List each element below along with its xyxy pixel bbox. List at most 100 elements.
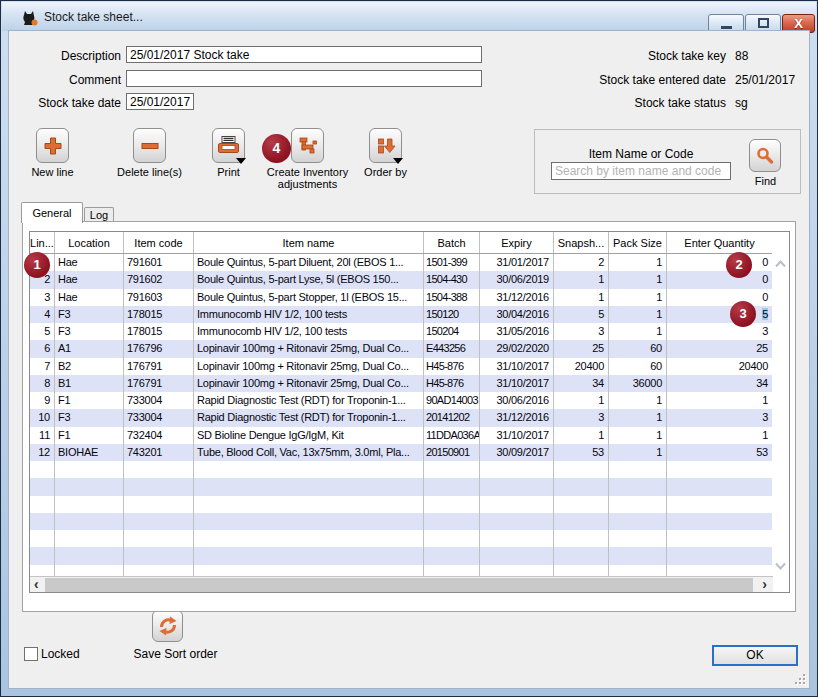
item-search-input[interactable]: [551, 162, 731, 180]
table-cell[interactable]: 20150901: [424, 444, 480, 461]
column-header[interactable]: Item code: [124, 232, 194, 253]
table-row[interactable]: 4F3178015Immunocomb HIV 1/2, 100 tests15…: [30, 306, 773, 323]
table-cell[interactable]: A1: [55, 340, 124, 357]
column-header[interactable]: Batch: [424, 232, 480, 253]
table-cell[interactable]: 178015: [124, 306, 194, 323]
table-cell[interactable]: Lopinavir 100mg + Ritonavir 25mg, Dual C…: [194, 375, 424, 392]
column-header[interactable]: Lin...: [30, 232, 55, 253]
table-cell[interactable]: 31/05/2016: [480, 323, 554, 340]
table-cell[interactable]: 31/10/2017: [480, 427, 554, 444]
table-cell[interactable]: 3: [554, 409, 609, 426]
table-cell[interactable]: 31/10/2017: [480, 375, 554, 392]
table-cell[interactable]: 1: [667, 427, 773, 444]
table-cell[interactable]: 30/04/2016: [480, 306, 554, 323]
table-cell[interactable]: Rapid Diagnostic Test (RDT) for Troponin…: [194, 409, 424, 426]
locked-checkbox[interactable]: [24, 647, 38, 661]
table-cell[interactable]: 4: [30, 306, 55, 323]
table-cell[interactable]: 60: [609, 340, 667, 357]
column-header[interactable]: Snapsh...: [554, 232, 609, 253]
table-cell[interactable]: 1504-430: [424, 271, 480, 288]
table-cell[interactable]: 0: [667, 289, 773, 306]
table-cell[interactable]: 150120: [424, 306, 480, 323]
table-cell[interactable]: 1: [667, 392, 773, 409]
table-cell[interactable]: 6: [30, 340, 55, 357]
table-cell[interactable]: BIOHAE: [55, 444, 124, 461]
table-cell[interactable]: E443256: [424, 340, 480, 357]
table-cell[interactable]: 1: [609, 289, 667, 306]
table-cell[interactable]: 1501-399: [424, 254, 480, 271]
table-cell[interactable]: F1: [55, 427, 124, 444]
table-row[interactable]: 1Hae791601Boule Quintus, 5-part Diluent,…: [30, 254, 773, 271]
table-cell[interactable]: 733004: [124, 392, 194, 409]
table-cell[interactable]: 791603: [124, 289, 194, 306]
table-cell[interactable]: 732404: [124, 427, 194, 444]
table-cell[interactable]: 1: [554, 392, 609, 409]
table-cell[interactable]: 5: [667, 306, 773, 323]
table-cell[interactable]: Boule Quintus, 5-part Lyse, 5l (EBOS 150…: [194, 271, 424, 288]
create-inventory-adjustments-button[interactable]: [291, 128, 324, 163]
table-cell[interactable]: 20400: [554, 358, 609, 375]
column-header[interactable]: Enter Quantity: [667, 232, 773, 253]
table-cell[interactable]: 791602: [124, 271, 194, 288]
column-header[interactable]: Expiry: [480, 232, 554, 253]
table-cell[interactable]: 178015: [124, 323, 194, 340]
column-header[interactable]: Pack Size: [609, 232, 667, 253]
table-cell[interactable]: 150204: [424, 323, 480, 340]
table-cell[interactable]: 0: [667, 271, 773, 288]
table-cell[interactable]: 31/10/2017: [480, 358, 554, 375]
table-cell[interactable]: 1: [609, 409, 667, 426]
order-by-button[interactable]: [369, 128, 402, 163]
vertical-scrollbar[interactable]: [772, 232, 789, 576]
table-cell[interactable]: 2: [554, 254, 609, 271]
table-cell[interactable]: B2: [55, 358, 124, 375]
table-cell[interactable]: SD Bioline Dengue IgG/IgM, Kit: [194, 427, 424, 444]
scroll-down-icon[interactable]: [775, 562, 786, 570]
table-cell[interactable]: 53: [554, 444, 609, 461]
table-cell[interactable]: 34: [554, 375, 609, 392]
table-cell[interactable]: 25: [667, 340, 773, 357]
table-cell[interactable]: F3: [55, 409, 124, 426]
table-row[interactable]: 2Hae791602Boule Quintus, 5-part Lyse, 5l…: [30, 271, 773, 288]
table-cell[interactable]: 1: [609, 323, 667, 340]
ok-button[interactable]: OK: [712, 645, 798, 666]
table-cell[interactable]: 31/12/2016: [480, 409, 554, 426]
table-cell[interactable]: 9: [30, 392, 55, 409]
table-cell[interactable]: 90AD14003: [424, 392, 480, 409]
table-row[interactable]: 7B2176791Lopinavir 100mg + Ritonavir 25m…: [30, 358, 773, 375]
table-row[interactable]: 10F3733004Rapid Diagnostic Test (RDT) fo…: [30, 409, 773, 426]
table-cell[interactable]: F3: [55, 323, 124, 340]
column-header[interactable]: Location: [55, 232, 124, 253]
scroll-right-icon[interactable]: ›: [762, 577, 767, 592]
table-cell[interactable]: 1: [609, 444, 667, 461]
table-cell[interactable]: 8: [30, 375, 55, 392]
table-cell[interactable]: 20141202: [424, 409, 480, 426]
table-cell[interactable]: 29/02/2020: [480, 340, 554, 357]
table-cell[interactable]: 1: [554, 271, 609, 288]
table-cell[interactable]: 30/06/2019: [480, 271, 554, 288]
table-cell[interactable]: 11: [30, 427, 55, 444]
table-cell[interactable]: 30/09/2017: [480, 444, 554, 461]
table-cell[interactable]: Boule Quintus, 5-part Stopper, 1l (EBOS …: [194, 289, 424, 306]
table-cell[interactable]: 791601: [124, 254, 194, 271]
table-cell[interactable]: 1: [609, 306, 667, 323]
table-cell[interactable]: 176791: [124, 375, 194, 392]
table-cell[interactable]: 5: [554, 306, 609, 323]
table-row[interactable]: 11F1732404SD Bioline Dengue IgG/IgM, Kit…: [30, 427, 773, 444]
horizontal-scroll-thumb[interactable]: [45, 578, 753, 592]
table-row[interactable]: 12BIOHAE743201Tube, Blood Coll, Vac, 13x…: [30, 444, 773, 461]
table-cell[interactable]: 60: [609, 358, 667, 375]
table-cell[interactable]: H45-876: [424, 375, 480, 392]
title-bar[interactable]: Stock take sheet... X: [2, 2, 816, 31]
stock-take-table[interactable]: Lin...LocationItem codeItem nameBatchExp…: [29, 231, 790, 593]
table-header[interactable]: Lin...LocationItem codeItem nameBatchExp…: [30, 232, 773, 254]
table-cell[interactable]: 176796: [124, 340, 194, 357]
find-button[interactable]: [749, 139, 781, 172]
table-row[interactable]: 5F3178015Immunocomb HIV 1/2, 100 tests15…: [30, 323, 773, 340]
table-cell[interactable]: Hae: [55, 289, 124, 306]
table-cell[interactable]: Lopinavir 100mg + Ritonavir 25mg, Dual C…: [194, 340, 424, 357]
stock-take-date-input[interactable]: [126, 93, 194, 110]
table-cell[interactable]: 733004: [124, 409, 194, 426]
table-row[interactable]: 8B1176791Lopinavir 100mg + Ritonavir 25m…: [30, 375, 773, 392]
table-cell[interactable]: 53: [667, 444, 773, 461]
table-cell[interactable]: 36000: [609, 375, 667, 392]
